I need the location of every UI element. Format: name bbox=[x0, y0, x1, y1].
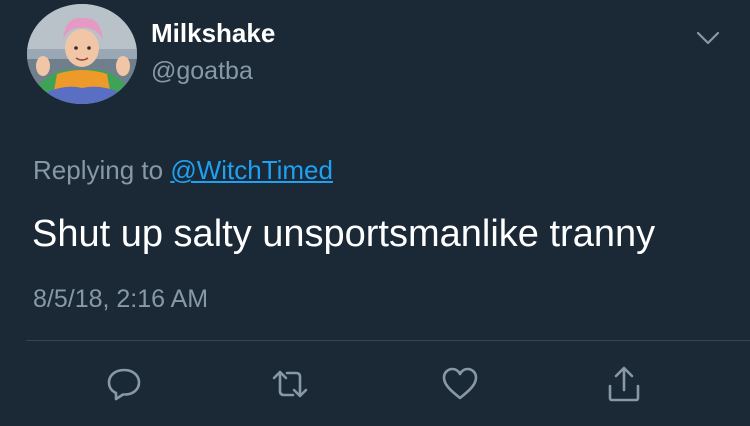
retweet-button[interactable] bbox=[268, 362, 312, 406]
divider bbox=[26, 340, 750, 341]
tweet-text: Shut up salty unsportsmanlike tranny bbox=[32, 213, 656, 255]
user-handle[interactable]: @goatba bbox=[151, 55, 253, 87]
reply-button[interactable] bbox=[102, 362, 146, 406]
avatar[interactable] bbox=[27, 4, 137, 104]
replying-to-label: Replying to bbox=[33, 155, 171, 185]
like-button[interactable] bbox=[438, 362, 482, 406]
reply-icon bbox=[107, 368, 141, 401]
share-icon bbox=[608, 366, 640, 402]
chevron-down-icon[interactable] bbox=[692, 22, 724, 54]
retweet-icon bbox=[272, 370, 308, 398]
tweet-timestamp[interactable]: 8/5/18, 2:16 AM bbox=[33, 282, 208, 316]
display-name[interactable]: Milkshake bbox=[151, 17, 275, 49]
like-icon bbox=[442, 367, 478, 400]
avatar-photo bbox=[27, 4, 137, 104]
reply-context: Replying to @WitchTimed bbox=[33, 152, 333, 188]
reply-mention-link[interactable]: @WitchTimed bbox=[170, 155, 333, 185]
share-button[interactable] bbox=[602, 362, 646, 406]
